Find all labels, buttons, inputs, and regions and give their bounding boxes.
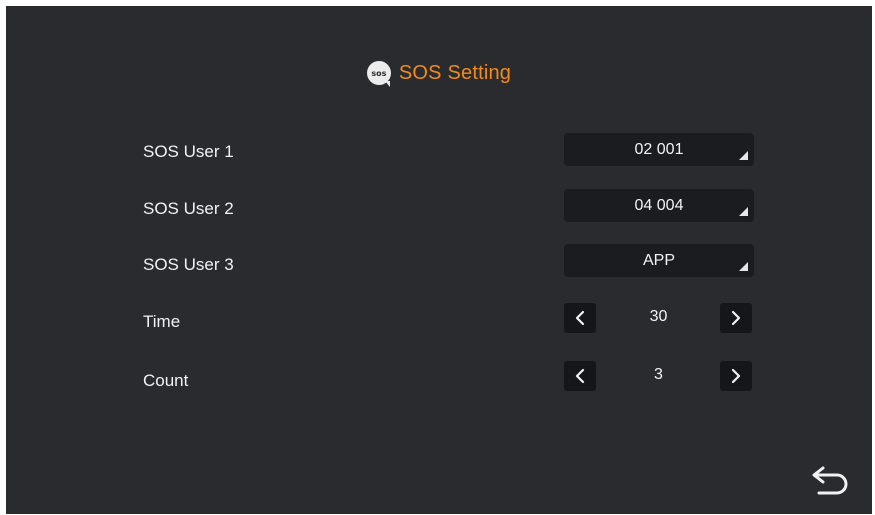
sos-user-2-label: SOS User 2: [143, 199, 234, 218]
sos-setting-screen: sos SOS Setting SOS User 1 02 001 SOS Us…: [6, 6, 872, 514]
page-header: sos SOS Setting: [6, 58, 872, 88]
back-arrow-icon: [812, 466, 848, 495]
time-label: Time: [143, 312, 181, 331]
time-value: 30: [649, 308, 668, 325]
sos-user-1-label: SOS User 1: [143, 142, 234, 161]
chevron-right-icon: [731, 310, 741, 326]
chevron-left-icon: [575, 310, 585, 326]
sos-user-1-value: 02 001: [634, 140, 684, 158]
count-value: 3: [654, 366, 663, 383]
sos-user-2-dropdown[interactable]: 04 004: [564, 189, 754, 222]
sos-user-2-value: 04 004: [634, 196, 684, 214]
dropdown-caret-icon: [739, 207, 748, 216]
time-increase-button[interactable]: [720, 303, 752, 333]
dropdown-caret-icon: [739, 262, 748, 271]
back-button[interactable]: [806, 459, 856, 501]
chevron-right-icon: [731, 368, 741, 384]
count-label: Count: [143, 371, 189, 390]
sos-user-1-dropdown[interactable]: 02 001: [564, 133, 754, 166]
count-decrease-button[interactable]: [564, 361, 596, 391]
count-increase-button[interactable]: [720, 361, 752, 391]
sos-user-3-dropdown[interactable]: APP: [564, 244, 754, 277]
chevron-left-icon: [575, 368, 585, 384]
page-title: SOS Setting: [398, 61, 512, 84]
sos-icon: sos: [366, 61, 391, 87]
time-decrease-button[interactable]: [564, 303, 596, 333]
sos-user-3-label: SOS User 3: [143, 255, 234, 274]
sos-user-3-value: APP: [642, 251, 675, 269]
dropdown-caret-icon: [739, 151, 748, 160]
